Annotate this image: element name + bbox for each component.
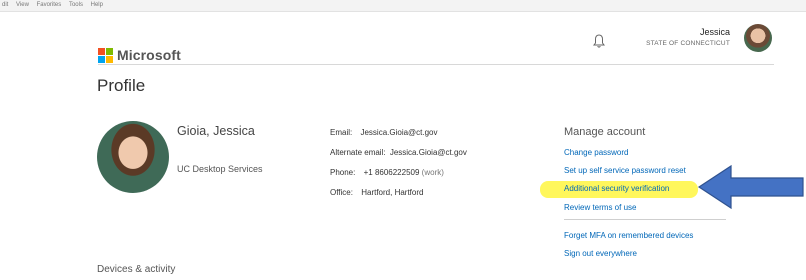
sign-out-everywhere-link[interactable]: Sign out everywhere bbox=[564, 249, 637, 258]
manage-divider bbox=[564, 219, 726, 220]
review-terms-of-use-link[interactable]: Review terms of use bbox=[564, 203, 636, 212]
phone-row: Phone: +1 8606222509 (work) bbox=[330, 167, 467, 187]
menu-edit[interactable]: dit bbox=[2, 0, 8, 11]
notification-bell-icon[interactable] bbox=[592, 33, 606, 49]
annotation-arrow-icon bbox=[697, 164, 804, 210]
profile-photo bbox=[97, 121, 169, 193]
page-title: Profile bbox=[97, 76, 146, 95]
menu-tools[interactable]: Tools bbox=[69, 0, 83, 11]
self-service-password-reset-link[interactable]: Set up self service password reset bbox=[564, 166, 686, 175]
phone-label: Phone: bbox=[330, 168, 356, 177]
office-value: Hartford, Hartford bbox=[361, 188, 424, 197]
menu-help[interactable]: Help bbox=[91, 0, 103, 11]
alternate-email-row: Alternate email: Jessica.Gioia@ct.gov bbox=[330, 147, 467, 167]
alternate-email-label: Alternate email: bbox=[330, 148, 386, 157]
microsoft-wordmark: Microsoft bbox=[117, 47, 181, 63]
menu-view[interactable]: View bbox=[16, 0, 29, 11]
email-value: Jessica.Gioia@ct.gov bbox=[360, 128, 438, 137]
header-divider bbox=[98, 64, 774, 65]
office-row: Office: Hartford, Hartford bbox=[330, 187, 467, 207]
alternate-email-value: Jessica.Gioia@ct.gov bbox=[389, 148, 467, 157]
microsoft-logo[interactable]: Microsoft bbox=[98, 47, 181, 63]
contact-details: Email: Jessica.Gioia@ct.gov Alternate em… bbox=[330, 127, 467, 207]
profile-department: UC Desktop Services bbox=[177, 164, 263, 174]
phone-value: +1 8606222509 bbox=[363, 168, 420, 177]
forget-mfa-link[interactable]: Forget MFA on remembered devices bbox=[564, 231, 693, 240]
phone-type: (work) bbox=[421, 168, 444, 177]
devices-activity-heading: Devices & activity bbox=[97, 264, 176, 275]
additional-security-verification-link[interactable]: Additional security verification bbox=[564, 184, 669, 193]
user-display-name[interactable]: Jessica bbox=[700, 27, 730, 37]
email-label: Email: bbox=[330, 128, 353, 137]
page-header: Microsoft bbox=[0, 11, 806, 67]
office-label: Office: bbox=[330, 188, 353, 197]
manage-account-heading: Manage account bbox=[564, 126, 646, 138]
profile-name: Gioia, Jessica bbox=[177, 124, 255, 138]
menu-favorites[interactable]: Favorites bbox=[37, 0, 62, 11]
email-row: Email: Jessica.Gioia@ct.gov bbox=[330, 127, 467, 147]
microsoft-logo-icon bbox=[98, 47, 113, 63]
avatar[interactable] bbox=[744, 24, 772, 52]
change-password-link[interactable]: Change password bbox=[564, 148, 628, 157]
user-organization: STATE OF CONNECTICUT bbox=[646, 40, 730, 47]
